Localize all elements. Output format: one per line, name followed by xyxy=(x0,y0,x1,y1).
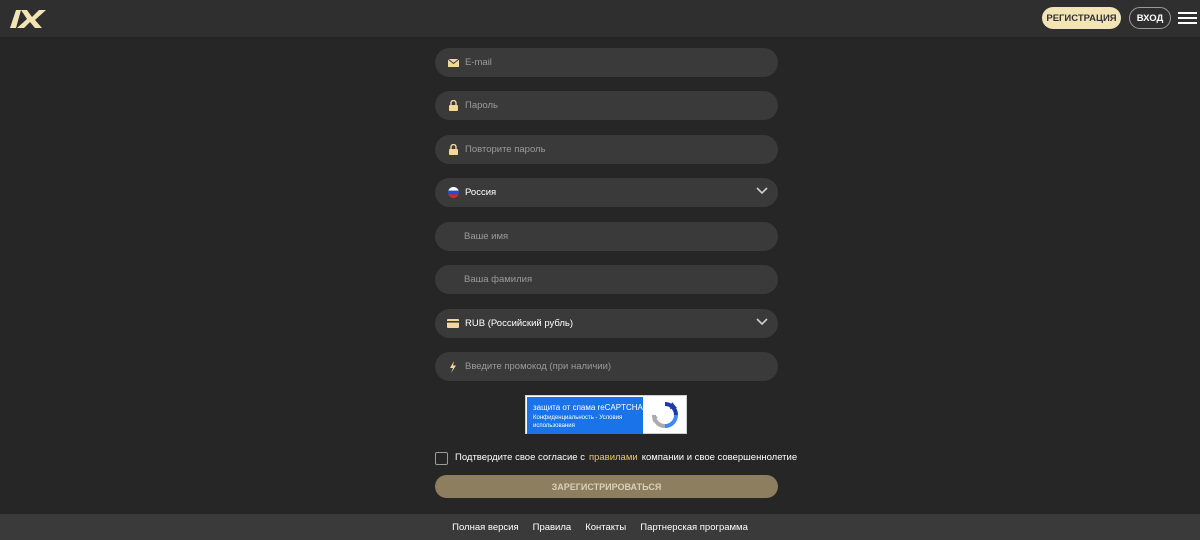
footer-link-partner-program[interactable]: Партнерская программа xyxy=(640,522,748,533)
chevron-down-icon xyxy=(756,318,768,326)
logo-icon[interactable] xyxy=(8,6,48,30)
header: РЕГИСТРАЦИЯ ВХОД xyxy=(0,0,1200,37)
submit-register-button[interactable]: ЗАРЕГИСТРИРОВАТЬСЯ xyxy=(435,475,778,498)
credit-card-icon xyxy=(447,318,459,330)
russia-flag-icon xyxy=(447,187,459,199)
chevron-down-icon xyxy=(756,187,768,195)
country-value: Россия xyxy=(465,187,497,198)
last-name-field[interactable]: Ваша фамилия xyxy=(435,265,778,294)
promo-code-placeholder: Введите промокод (при наличии) xyxy=(465,361,612,372)
currency-value: RUB (Российский рубль) xyxy=(465,318,574,329)
repeat-password-field[interactable]: Повторите пароль xyxy=(435,135,778,164)
lock-icon xyxy=(447,100,459,112)
login-button[interactable]: ВХОД xyxy=(1129,7,1171,29)
menu-icon[interactable] xyxy=(1178,12,1197,24)
lightning-icon xyxy=(447,360,459,373)
rules-link[interactable]: правилами xyxy=(589,452,638,463)
recaptcha-widget[interactable]: защита от спама reCAPTCHA Конфиденциальн… xyxy=(525,395,687,434)
currency-select[interactable]: RUB (Российский рубль) xyxy=(435,309,778,338)
footer: Полная версия Правила Контакты Партнерск… xyxy=(0,514,1200,540)
email-field[interactable]: E-mail xyxy=(435,48,778,77)
last-name-placeholder: Ваша фамилия xyxy=(464,274,533,285)
repeat-password-placeholder: Повторите пароль xyxy=(465,144,546,155)
consent-text-after: компании и свое совершеннолетие xyxy=(641,451,798,463)
footer-link-full-version[interactable]: Полная версия xyxy=(452,522,518,533)
first-name-field[interactable]: Ваше имя xyxy=(435,222,778,251)
consent-checkbox[interactable] xyxy=(435,451,448,465)
consent-text-before: Подтвердите свое согласие с xyxy=(455,451,585,463)
promo-code-field[interactable]: Введите промокод (при наличии) xyxy=(435,352,778,381)
email-placeholder: E-mail xyxy=(465,57,492,68)
recaptcha-links[interactable]: Конфиденциальность - Условия использован… xyxy=(533,414,633,430)
footer-link-rules[interactable]: Правила xyxy=(533,522,572,533)
mail-icon xyxy=(447,57,459,69)
recaptcha-info: защита от спама reCAPTCHA Конфиденциальн… xyxy=(527,397,643,434)
lock-icon xyxy=(447,144,459,156)
password-field[interactable]: Пароль xyxy=(435,91,778,120)
consent-row: Подтвердите свое согласие с правилами ко… xyxy=(435,450,798,465)
country-select[interactable]: Россия xyxy=(435,178,778,207)
register-button[interactable]: РЕГИСТРАЦИЯ xyxy=(1042,7,1121,29)
password-placeholder: Пароль xyxy=(465,100,498,111)
first-name-placeholder: Ваше имя xyxy=(464,231,509,242)
recaptcha-title: защита от спама reCAPTCHA xyxy=(533,403,643,412)
recaptcha-icon xyxy=(652,402,678,428)
footer-link-contacts[interactable]: Контакты xyxy=(585,522,626,533)
